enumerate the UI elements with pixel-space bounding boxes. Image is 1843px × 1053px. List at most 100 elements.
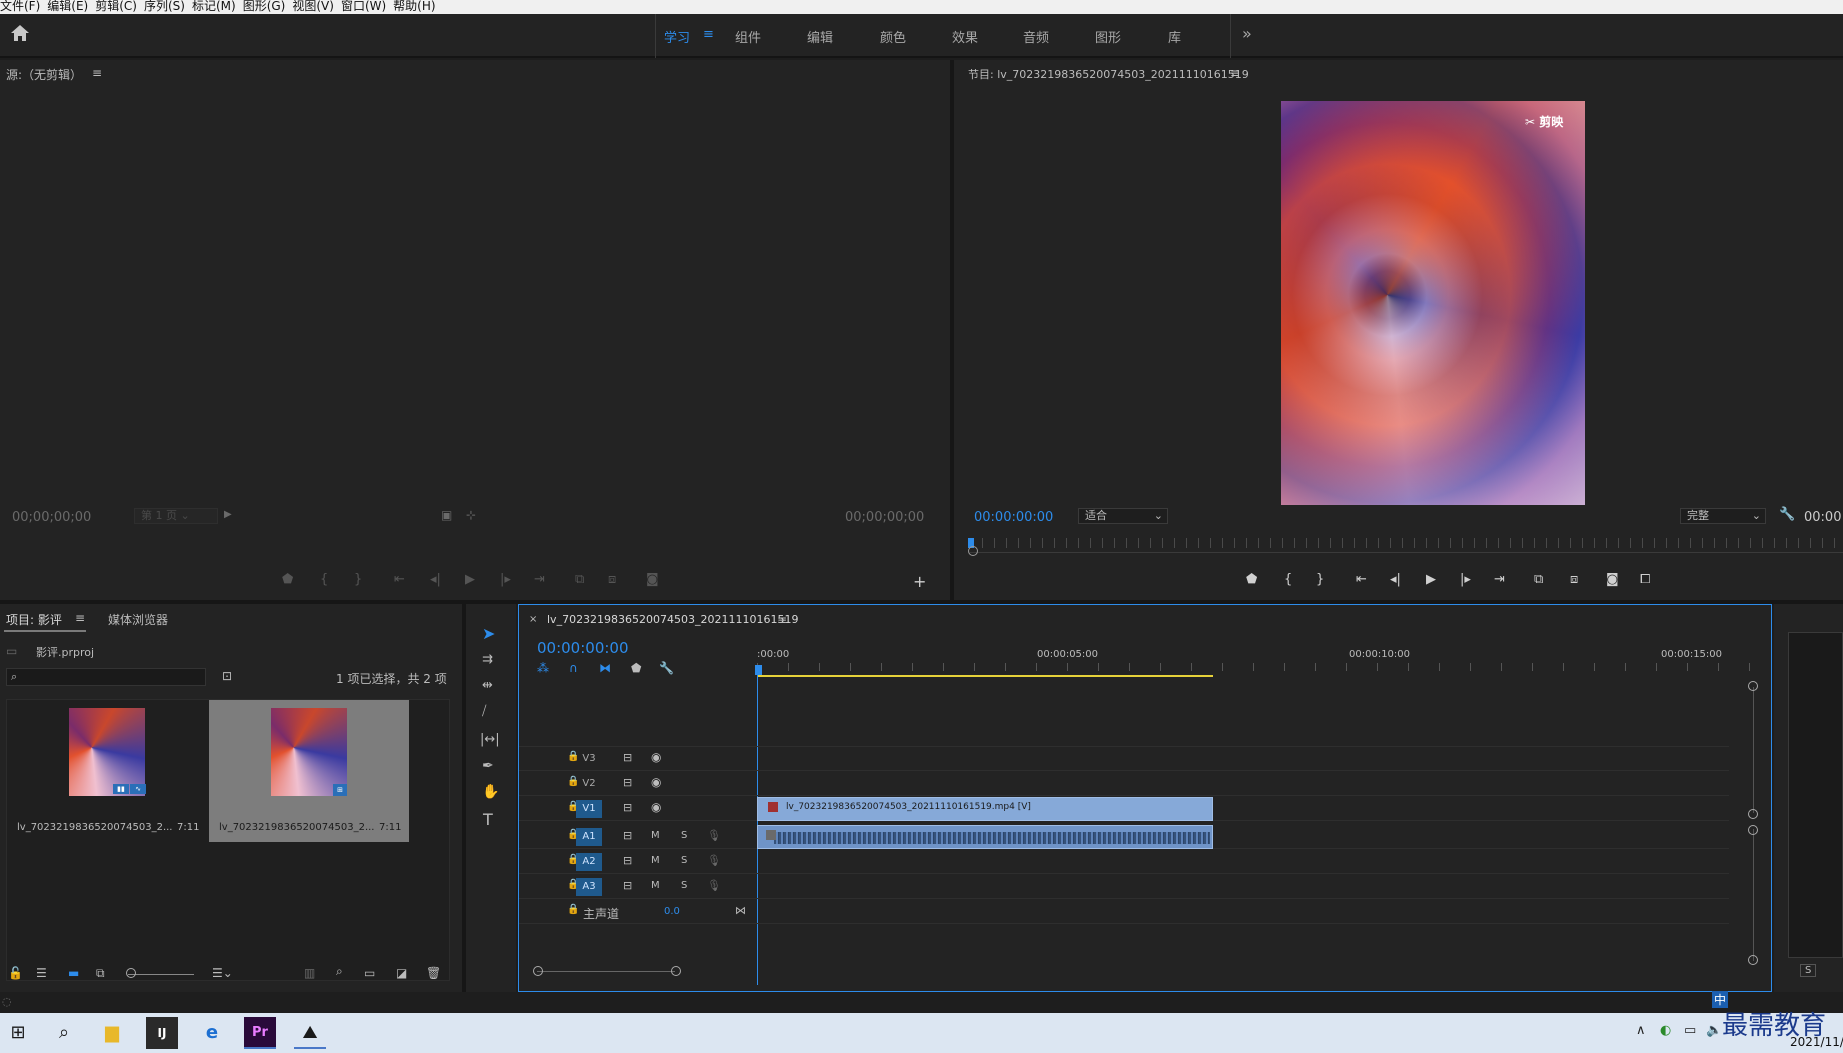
search-icon[interactable]: ⌕	[48, 1017, 80, 1049]
clock-date[interactable]: 2021/11/	[1790, 1035, 1843, 1049]
snap-icon[interactable]: ∩	[569, 661, 578, 675]
go-to-in-icon[interactable]: ⇤	[394, 572, 405, 587]
work-area-bar[interactable]	[757, 675, 1213, 677]
playhead-icon[interactable]	[755, 665, 762, 675]
scroll-handle-icon[interactable]	[1748, 825, 1758, 835]
panel-menu-icon[interactable]: ≡	[75, 611, 85, 625]
network-icon[interactable]: ▭	[1684, 1023, 1696, 1038]
mute-button[interactable]: M	[651, 855, 660, 866]
sync-icon[interactable]: ⊟	[623, 801, 632, 814]
find-icon[interactable]: ⌕	[336, 964, 343, 979]
mark-in-icon[interactable]: {	[320, 572, 328, 587]
windows-start-icon[interactable]: ⊞	[2, 1017, 34, 1049]
tray-app-icon[interactable]: ◐	[1660, 1023, 1671, 1038]
sync-icon[interactable]: ⊟	[623, 854, 632, 867]
add-button-icon[interactable]: +	[913, 572, 926, 591]
step-forward-icon[interactable]: |▸	[1460, 572, 1471, 587]
menu-view[interactable]: 视图(V)	[292, 0, 341, 14]
sync-icon[interactable]: ⊟	[623, 751, 632, 764]
extract-icon[interactable]: ⧈	[1570, 572, 1578, 587]
page-next-icon[interactable]: ▶	[224, 509, 232, 520]
audio-clip[interactable]	[757, 825, 1213, 849]
scroll-handle-icon[interactable]	[1748, 955, 1758, 965]
program-ruler[interactable]	[970, 538, 1843, 548]
tab-media-browser[interactable]: 媒体浏览器	[108, 611, 168, 628]
menu-marker[interactable]: 标记(M)	[192, 0, 243, 14]
automate-icon[interactable]: ▥	[304, 966, 315, 980]
linked-selection-icon[interactable]: ⧓	[599, 661, 611, 675]
source-monitor-title[interactable]: 源:（无剪辑）	[6, 66, 82, 83]
project-item[interactable]: ▮▮ ∿ lv_7023219836520074503_2... 7:11	[7, 700, 207, 842]
sequence-tab[interactable]: lv_7023219836520074503_20211110161519	[547, 613, 799, 626]
go-to-out-icon[interactable]: ⇥	[534, 572, 545, 587]
sort-icon[interactable]: ☰⌄	[212, 966, 233, 980]
lock-icon[interactable]: 🔒	[567, 904, 579, 915]
icon-view-icon[interactable]: ▬	[68, 966, 79, 980]
workspace-tab-editing[interactable]: 编辑	[807, 27, 833, 46]
zoom-slider-handle-icon[interactable]	[126, 968, 136, 978]
video-clip[interactable]: lv_7023219836520074503_20211110161519.mp…	[757, 797, 1213, 821]
horizontal-zoom-bar[interactable]	[537, 971, 675, 972]
solo-button[interactable]: S	[1800, 964, 1817, 977]
fit-select[interactable]: 适合 ⌄	[1078, 508, 1168, 524]
track-name[interactable]: V2	[576, 775, 602, 793]
comparison-view-icon[interactable]: ⧠	[1640, 572, 1650, 587]
project-item-selected[interactable]: ⊞ lv_7023219836520074503_2... 7:11	[209, 700, 409, 842]
type-tool-icon[interactable]: T	[483, 810, 493, 829]
export-frame-icon[interactable]: ◙	[1606, 572, 1619, 587]
lock-icon[interactable]: 🔓	[8, 966, 23, 980]
tab-project[interactable]: 项目: 影评	[6, 611, 62, 628]
zoom-handle-icon[interactable]	[968, 546, 978, 556]
track-name[interactable]: A3	[576, 878, 602, 896]
freeform-view-icon[interactable]: ⧉	[96, 966, 105, 981]
razor-tool-icon[interactable]: ⧸	[482, 704, 486, 719]
pen-tool-icon[interactable]: ✒	[482, 758, 494, 774]
workspace-tab-effects[interactable]: 效果	[952, 27, 978, 46]
new-bin-icon[interactable]: ▭	[364, 966, 375, 980]
find-bin-icon[interactable]: ⊡	[222, 669, 232, 683]
marker-icon[interactable]: ⬟	[1246, 572, 1257, 587]
workspace-tab-libraries[interactable]: 库	[1168, 27, 1181, 46]
slip-tool-icon[interactable]: |↔|	[480, 732, 500, 747]
ripple-edit-tool-icon[interactable]: ⇹	[482, 678, 493, 693]
selection-tool-icon[interactable]: ➤	[482, 624, 495, 643]
vertical-scroll-audio[interactable]	[1753, 829, 1754, 961]
go-to-end-icon[interactable]: ⋈	[735, 904, 746, 917]
mark-in-icon[interactable]: {	[1284, 572, 1292, 587]
eye-icon[interactable]: ◉	[651, 750, 661, 764]
more-workspaces-icon[interactable]: »	[1242, 24, 1252, 43]
track-name[interactable]: V3	[576, 750, 602, 768]
menu-clip[interactable]: 剪辑(C)	[95, 0, 144, 14]
panel-menu-icon[interactable]: ≡	[1230, 66, 1240, 80]
overwrite-icon[interactable]: ⧈	[608, 572, 616, 587]
project-search-input[interactable]: ⌕	[6, 668, 206, 686]
scroll-handle-icon[interactable]	[1748, 681, 1758, 691]
nest-icon[interactable]: ⁂	[537, 661, 549, 675]
mute-button[interactable]: M	[651, 880, 660, 891]
marker-icon[interactable]: ⬟	[282, 572, 293, 587]
export-frame-icon[interactable]: ◙	[646, 572, 659, 587]
edge-browser-icon[interactable]: e	[196, 1017, 228, 1049]
zoom-bar[interactable]	[970, 552, 1843, 553]
photos-icon[interactable]: ⛰	[294, 1017, 326, 1049]
zoom-icon[interactable]: ⊹	[466, 508, 476, 522]
settings-icon[interactable]: ▣	[441, 508, 452, 522]
step-back-icon[interactable]: ◂|	[430, 572, 441, 587]
workspace-tab-color[interactable]: 颜色	[880, 27, 906, 46]
track-name[interactable]: V1	[576, 800, 602, 818]
timeline-timecode[interactable]: 00:00:00:00	[537, 639, 629, 657]
microphone-icon[interactable]: 🎙	[707, 829, 721, 842]
program-monitor-title[interactable]: 节目: lv_7023219836520074503_2021111016151…	[968, 66, 1249, 82]
quality-select[interactable]: 完整 ⌄	[1680, 508, 1766, 524]
wrench-icon[interactable]: 🔧	[1779, 507, 1795, 522]
workspace-menu-icon[interactable]: ≡	[703, 27, 714, 42]
microphone-icon[interactable]: 🎙	[707, 879, 721, 892]
hand-tool-icon[interactable]: ✋	[482, 784, 499, 800]
home-icon[interactable]	[10, 24, 30, 42]
scroll-handle-icon[interactable]	[1748, 809, 1758, 819]
mute-button[interactable]: M	[651, 830, 660, 841]
go-to-out-icon[interactable]: ⇥	[1494, 572, 1505, 587]
close-icon[interactable]: ×	[529, 614, 537, 625]
volume-icon[interactable]: 🔈	[1706, 1023, 1722, 1038]
step-forward-icon[interactable]: |▸	[500, 572, 511, 587]
